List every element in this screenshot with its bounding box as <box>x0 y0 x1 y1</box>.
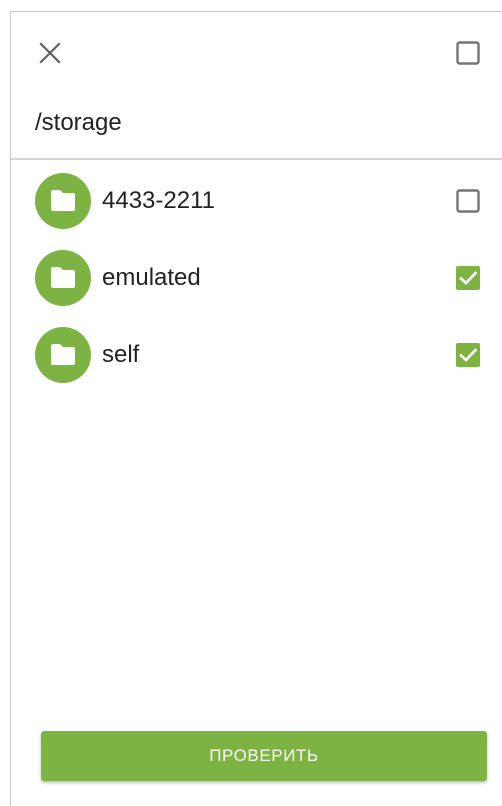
checkbox-unchecked-icon <box>456 41 480 65</box>
checkbox-checked-icon <box>456 266 480 290</box>
folder-checkbox[interactable] <box>456 189 480 213</box>
close-icon <box>39 42 61 64</box>
folder-name: self <box>102 341 140 368</box>
close-button[interactable] <box>37 40 63 66</box>
folder-row-emulated[interactable]: emulated <box>11 248 502 310</box>
checkbox-checked-icon <box>456 343 480 367</box>
folder-name: emulated <box>102 264 201 291</box>
check-button[interactable]: ПРОВЕРИТЬ <box>41 731 487 781</box>
folder-avatar <box>35 250 91 306</box>
folder-checkbox[interactable] <box>456 343 480 367</box>
folder-icon <box>51 267 75 288</box>
folder-checkbox[interactable] <box>456 266 480 290</box>
folder-row-self[interactable]: self <box>11 325 502 387</box>
folder-row-4433-2211[interactable]: 4433-2211 <box>11 171 502 233</box>
folder-picker-dialog: /storage 4433-2211 emulated self ПРОВЕРИ… <box>10 11 502 806</box>
folder-icon <box>51 190 75 211</box>
folder-avatar <box>35 327 91 383</box>
select-all-checkbox[interactable] <box>456 41 480 65</box>
folder-name: 4433-2211 <box>102 187 215 214</box>
current-path: /storage <box>35 109 122 136</box>
checkbox-unchecked-icon <box>456 189 480 213</box>
folder-icon <box>51 344 75 365</box>
folder-avatar <box>35 173 91 229</box>
divider <box>11 158 502 160</box>
